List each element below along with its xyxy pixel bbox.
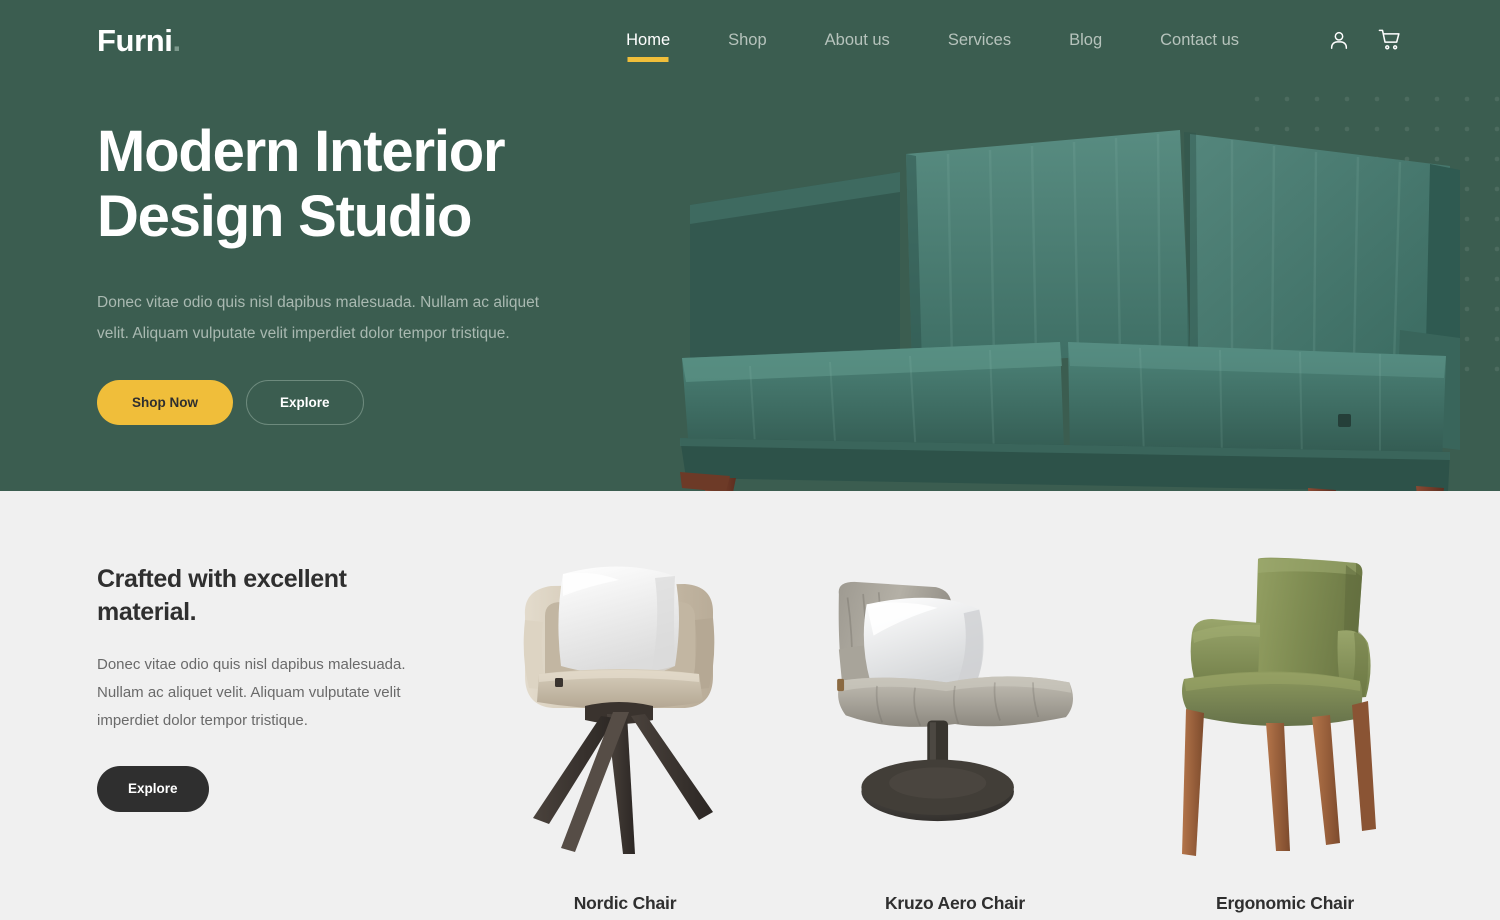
product-name-ergonomic-chair: Ergonomic Chair xyxy=(1216,893,1354,913)
hero-button-group: Shop Now Explore xyxy=(97,379,567,425)
product-image-nordic-chair xyxy=(495,546,755,866)
product-list: Nordic Chair Kruzo Aero Chair Ergonomic … xyxy=(460,546,1450,914)
product-name-kruzo-aero-chair: Kruzo Aero Chair xyxy=(884,893,1026,913)
shop-now-button[interactable]: Shop Now xyxy=(97,379,233,425)
hero-title-line-1: Modern Interior xyxy=(97,119,506,184)
product-name-nordic-chair: Nordic Chair xyxy=(573,893,677,913)
hero-paragraph: Donec vitae odio quis nisl dapibus males… xyxy=(97,293,540,342)
product-card-nordic-chair[interactable]: Nordic Chair xyxy=(460,546,790,914)
main-navigation-bar: Furni. Home Shop About us Services Blog … xyxy=(0,0,1500,80)
hero-explore-button[interactable]: Explore xyxy=(246,379,364,425)
nav-links: Home Shop About us Services Blog Contact… xyxy=(597,32,1268,49)
features-paragraph: Donec vitae odio quis nisl dapibus males… xyxy=(97,656,406,730)
features-section: Crafted with excellent material. Donec v… xyxy=(0,491,1500,920)
nav-item-home[interactable]: Home xyxy=(597,32,699,49)
shopping-cart-icon[interactable] xyxy=(1378,28,1403,52)
nav-item-shop[interactable]: Shop xyxy=(699,32,796,49)
nav-item-contact-us[interactable]: Contact us xyxy=(1131,32,1268,49)
hero-section: Furni. Home Shop About us Services Blog … xyxy=(0,0,1500,491)
brand-logo-text: Furni xyxy=(97,22,173,58)
nav-item-about-us[interactable]: About us xyxy=(796,32,919,49)
hero-content: Modern Interior Design Studio Donec vita… xyxy=(97,119,567,425)
product-image-ergonomic-chair xyxy=(1155,546,1415,866)
features-title: Crafted with excellent material. xyxy=(97,565,347,626)
brand-logo[interactable]: Furni. xyxy=(97,25,181,56)
product-image-kruzo-aero-chair xyxy=(825,546,1085,866)
hero-sofa-image xyxy=(660,120,1460,491)
features-button-wrap: Explore xyxy=(97,765,437,812)
hero-title: Modern Interior Design Studio xyxy=(97,119,567,250)
features-explore-button[interactable]: Explore xyxy=(97,765,209,812)
nav-icon-group xyxy=(1328,28,1403,52)
features-content: Crafted with excellent material. Donec v… xyxy=(97,563,437,812)
product-card-ergonomic-chair[interactable]: Ergonomic Chair xyxy=(1120,546,1450,914)
hero-title-line-2: Design Studio xyxy=(97,183,472,249)
nav-item-services[interactable]: Services xyxy=(919,32,1040,49)
product-card-kruzo-aero-chair[interactable]: Kruzo Aero Chair xyxy=(790,546,1120,914)
user-account-icon[interactable] xyxy=(1328,29,1350,51)
nav-item-blog[interactable]: Blog xyxy=(1040,32,1131,49)
brand-logo-dot: . xyxy=(172,22,182,58)
